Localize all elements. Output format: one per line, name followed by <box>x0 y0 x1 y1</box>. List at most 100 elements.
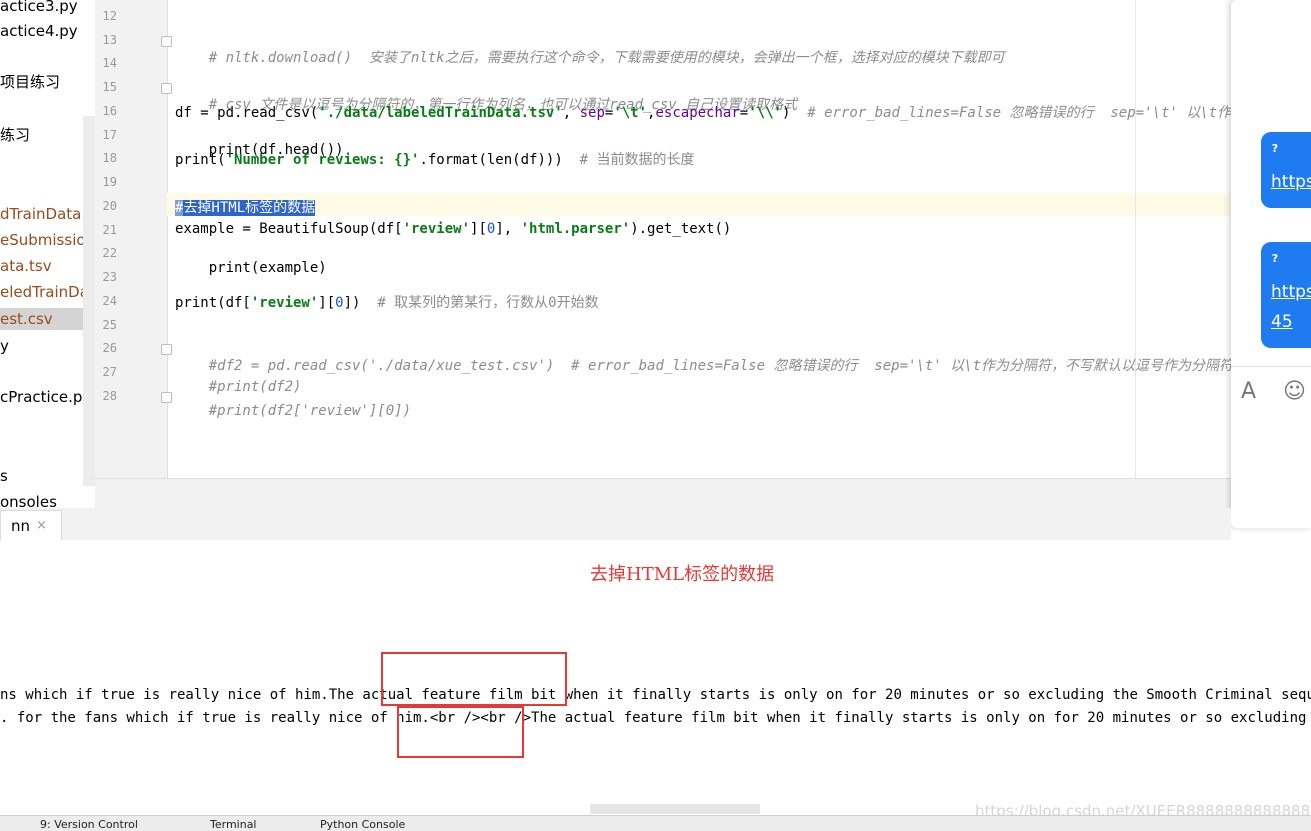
line-number: 12 <box>102 9 117 23</box>
line-number: 15 <box>102 80 117 94</box>
font-icon[interactable]: A <box>1241 379 1256 404</box>
string-literal: 'review' <box>250 295 319 311</box>
chat-bubble[interactable]: ? https 45 <box>1261 242 1311 348</box>
line-number: 14 <box>102 56 117 70</box>
param-name: escapechar <box>655 105 740 121</box>
comment: # 当前数据的长度 <box>579 152 695 168</box>
annotation-caption: 去掉HTML标签的数据 <box>590 564 775 585</box>
project-tree-panel: actice3.py actice4.py 项目练习 练习 dTrainData… <box>0 0 96 508</box>
python-console-tab[interactable]: Python Console <box>320 818 405 831</box>
watermark: https://blog.csdn.net/XUEER8888888888888… <box>975 802 1311 815</box>
line-number: 23 <box>102 270 117 284</box>
highlight-box <box>381 652 567 706</box>
run-tab-label: nn <box>11 517 31 535</box>
comment: #df2 = pd.read_csv('./data/xue_test.csv'… <box>208 358 1231 374</box>
question-icon: ? <box>1271 142 1279 155</box>
string-literal: 'review' <box>402 221 471 237</box>
tree-item-libs[interactable]: s <box>0 465 8 487</box>
code-line-16[interactable]: df = pd.read_csv('./data/labeledTrainDat… <box>175 102 1231 122</box>
tree-item-practice4[interactable]: actice4.py <box>0 20 78 42</box>
fold-marker-icon[interactable] <box>161 344 172 355</box>
code-token: ]) <box>343 295 378 311</box>
tree-item-basic-practice[interactable]: cPractice.py <box>0 386 91 408</box>
chat-link[interactable]: https <box>1271 172 1311 192</box>
chat-link[interactable]: 45 <box>1271 312 1293 332</box>
line-number: 26 <box>102 341 117 355</box>
line-number: 17 <box>102 128 117 142</box>
code-token: df = pd.read_csv( <box>175 105 319 121</box>
line-number: 21 <box>102 223 117 237</box>
tree-item-labeled-train-data-2[interactable]: eledTrainData.tsv <box>0 281 95 303</box>
right-margin-guide <box>1135 0 1136 478</box>
emoji-icon[interactable]: ☺ <box>1283 379 1306 404</box>
string-literal: '\t' <box>613 105 648 121</box>
chat-bubble[interactable]: ? https <box>1261 132 1311 208</box>
code-line-18[interactable]: print('Number of reviews: {}'.format(len… <box>175 149 694 169</box>
comment: # 取某列的第某行，行数从0开始数 <box>377 295 599 311</box>
line-number: 22 <box>102 246 117 260</box>
status-bar: 9: Version Control Terminal Python Conso… <box>0 815 1311 831</box>
tree-item-data-tsv[interactable]: ata.tsv <box>0 255 52 277</box>
tree-item-practice3[interactable]: actice3.py <box>0 0 78 17</box>
string-literal: 'html.parser' <box>520 221 631 237</box>
code-line-24[interactable]: print(df['review'][0]) # 取某列的第某行，行数从0开始数 <box>175 292 599 312</box>
code-line-28[interactable]: #print(df2['review'][0]) <box>175 387 411 435</box>
code-token: .format(len(df))) <box>419 152 580 168</box>
fold-marker-icon[interactable] <box>161 392 172 403</box>
code-token: print( <box>175 152 226 168</box>
tree-item-test-csv[interactable]: est.csv <box>0 308 95 330</box>
comment: # nltk.download() 安装了nltk之后，需要执行这个命令，下载需… <box>208 50 1005 66</box>
code-token: ][ <box>470 221 487 237</box>
code-line-20[interactable]: #去掉HTML标签的数据 <box>175 197 316 217</box>
tree-item-practice[interactable]: 练习 <box>0 124 30 146</box>
code-token: ) <box>781 105 808 121</box>
highlight-box <box>397 706 524 758</box>
console-horizontal-scrollbar[interactable] <box>590 804 760 814</box>
line-number: 27 <box>102 365 117 379</box>
editor-horizontal-scrollbar[interactable] <box>95 478 1231 508</box>
string-literal: './data/labeledTrainData.tsv' <box>318 105 563 121</box>
question-icon: ? <box>1271 252 1279 265</box>
tree-scrollbar[interactable] <box>83 116 95 486</box>
code-line-26[interactable]: #df2 = pd.read_csv('./data/xue_test.csv'… <box>175 339 1231 391</box>
tree-item-sample-submission[interactable]: eSubmission.csv <box>0 229 95 251</box>
line-number: 28 <box>102 389 117 403</box>
code-token: , <box>562 105 580 121</box>
code-line-22[interactable]: print(example) <box>175 244 327 292</box>
code-token: ).get_text() <box>630 221 732 237</box>
close-icon[interactable]: × <box>36 518 47 533</box>
chat-toolbar: A ☺ <box>1231 366 1311 417</box>
current-line-highlight <box>167 193 1231 216</box>
code-token: = <box>739 105 749 121</box>
line-gutter: 12 13 14 15 16 17 18 19 20 21 22 23 24 2… <box>95 0 168 478</box>
terminal-tab[interactable]: Terminal <box>210 818 257 831</box>
line-number: 18 <box>102 151 117 165</box>
tree-item-project-practice[interactable]: 项目练习 <box>0 71 60 93</box>
comment: #print(df2['review'][0]) <box>208 403 412 419</box>
chat-widget-panel: ? https ? https 45 A ☺ <box>1231 0 1311 528</box>
line-number: 20 <box>102 199 117 213</box>
code-token: ][ <box>318 295 336 311</box>
run-tab-nn[interactable]: nn × <box>0 510 62 541</box>
string-literal: '\\' <box>748 105 782 121</box>
console-output: 去掉HTML标签的数据 ns which if true is really n… <box>0 540 1311 815</box>
tree-item-y[interactable]: y <box>0 335 9 357</box>
line-number: 24 <box>102 294 117 308</box>
line-number: 19 <box>102 175 117 189</box>
code-line-13[interactable]: # nltk.download() 安装了nltk之后，需要执行这个命令，下载需… <box>175 31 1005 83</box>
code-token: print(example) <box>208 260 327 276</box>
fold-marker-icon[interactable] <box>161 83 172 94</box>
version-control-tab[interactable]: 9: Version Control <box>40 818 138 831</box>
code-token: print(df[ <box>175 295 251 311</box>
fold-marker-icon[interactable] <box>161 36 172 47</box>
chat-link[interactable]: https <box>1271 282 1311 302</box>
tree-item-labeled-train-data-1[interactable]: dTrainData.tsv <box>0 203 95 225</box>
number-literal: 0 <box>335 295 344 311</box>
code-line-21[interactable]: example = BeautifulSoup(df['review'][0],… <box>175 221 731 237</box>
line-number: 13 <box>102 33 117 47</box>
tree-item-consoles[interactable]: onsoles <box>0 491 57 508</box>
string-literal: 'Number of reviews: {}' <box>225 152 420 168</box>
line-number: 16 <box>102 104 117 118</box>
code-editor[interactable]: 12 13 14 15 16 17 18 19 20 21 22 23 24 2… <box>95 0 1231 508</box>
code-token: example = BeautifulSoup(df[ <box>175 221 403 237</box>
